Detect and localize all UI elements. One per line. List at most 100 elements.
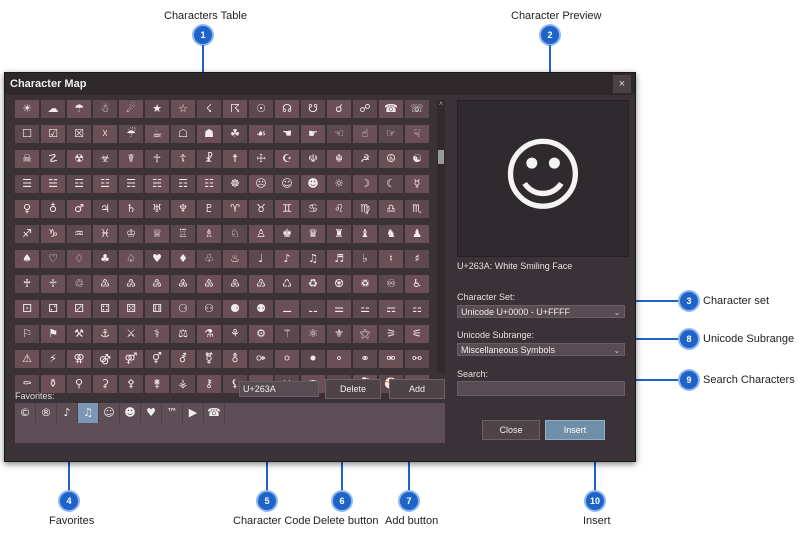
char-cell[interactable]: ♌ (327, 200, 351, 218)
char-cell[interactable]: ☁ (41, 100, 65, 118)
char-cell[interactable]: ☼ (327, 175, 351, 193)
char-cell[interactable]: ♡ (41, 250, 65, 268)
char-cell[interactable]: ♒ (67, 225, 91, 243)
char-cell[interactable]: ⚁ (41, 300, 65, 318)
favorite-item[interactable]: ™ (162, 403, 183, 423)
char-cell[interactable]: ⚂ (67, 300, 91, 318)
char-cell[interactable]: ☱ (41, 175, 65, 193)
char-cell[interactable]: ☴ (119, 175, 143, 193)
char-cell[interactable]: ☛ (301, 125, 325, 143)
char-cell[interactable]: ⚔ (119, 325, 143, 343)
char-cell[interactable]: ⚐ (15, 325, 39, 343)
char-cell[interactable]: ♅ (145, 200, 169, 218)
char-cell[interactable]: ⚉ (249, 300, 273, 318)
char-cell[interactable]: ⚟ (405, 325, 429, 343)
char-cell[interactable]: ☶ (171, 175, 195, 193)
char-cell[interactable]: ♕ (145, 225, 169, 243)
char-cell[interactable]: ♃ (93, 200, 117, 218)
add-button[interactable]: Add (389, 379, 445, 399)
favorite-item[interactable]: ▶ (183, 403, 204, 423)
char-cell[interactable]: ⚘ (223, 325, 247, 343)
char-cell[interactable]: ⚶ (171, 375, 195, 393)
char-cell[interactable]: ⚩ (249, 350, 273, 368)
char-cell[interactable]: ☳ (93, 175, 117, 193)
char-cell[interactable]: ♧ (197, 250, 221, 268)
char-cell[interactable]: ⚴ (119, 375, 143, 393)
char-cell[interactable]: ⚎ (379, 300, 403, 318)
char-cell[interactable]: ♁ (41, 200, 65, 218)
char-cell[interactable]: ⚦ (171, 350, 195, 368)
char-cell[interactable]: ☠ (15, 150, 39, 168)
char-cell[interactable]: ☢ (67, 150, 91, 168)
char-cell[interactable]: ⚍ (353, 300, 377, 318)
char-cell[interactable]: ♴ (119, 275, 143, 293)
char-cell[interactable]: ☩ (249, 150, 273, 168)
char-cell[interactable]: ☭ (353, 150, 377, 168)
char-cell[interactable]: ☲ (67, 175, 91, 193)
char-cell[interactable]: ☮ (379, 150, 403, 168)
char-cell[interactable]: ☘ (223, 125, 247, 143)
char-cell[interactable]: ☨ (223, 150, 247, 168)
char-cell[interactable]: ☷ (197, 175, 221, 193)
char-cell[interactable]: ⚥ (145, 350, 169, 368)
favorite-item[interactable]: © (15, 403, 36, 423)
char-cell[interactable]: ☚ (275, 125, 299, 143)
favorite-item[interactable]: ® (36, 403, 57, 423)
char-cell[interactable]: ⚅ (145, 300, 169, 318)
char-cell[interactable]: ⚝ (353, 325, 377, 343)
char-cell[interactable]: ☻ (301, 175, 325, 193)
char-cell[interactable]: ⚨ (223, 350, 247, 368)
char-cell[interactable]: ⚓ (93, 325, 117, 343)
char-cell[interactable]: ♀ (15, 200, 39, 218)
chevron-down-icon[interactable]: ⌄ (612, 306, 622, 317)
char-cell[interactable]: ☾ (379, 175, 403, 193)
char-cell[interactable]: ☽ (353, 175, 377, 193)
char-cell[interactable]: ♼ (327, 275, 351, 293)
char-cell[interactable]: ⚖ (171, 325, 195, 343)
char-cell[interactable]: ♪ (275, 250, 299, 268)
char-cell[interactable]: ⚤ (119, 350, 143, 368)
char-cell[interactable]: ♤ (119, 250, 143, 268)
char-cell[interactable]: ⚑ (41, 325, 65, 343)
char-cell[interactable]: ♙ (249, 225, 273, 243)
char-cell[interactable]: ☐ (15, 125, 39, 143)
favorites-strip[interactable]: © ® ♪ ♫ ☺ ☻ ♥ ™ ▶ ☎ (15, 403, 445, 443)
char-cell[interactable]: ⚋ (301, 300, 325, 318)
char-cell[interactable]: ♢ (67, 250, 91, 268)
char-cell[interactable]: ⚢ (67, 350, 91, 368)
scroll-up-icon[interactable]: ˄ (437, 100, 445, 110)
char-cell[interactable]: ☈ (223, 100, 247, 118)
char-cell[interactable]: ★ (145, 100, 169, 118)
char-cell[interactable]: ♻ (301, 275, 325, 293)
char-cell[interactable]: ☕ (145, 125, 169, 143)
char-cell[interactable]: ⚫ (301, 350, 325, 368)
char-cell[interactable]: ♬ (327, 250, 351, 268)
close-button[interactable]: Close (482, 420, 540, 440)
char-cell[interactable]: ☉ (249, 100, 273, 118)
char-cell[interactable]: ⚳ (93, 375, 117, 393)
character-code-field[interactable]: U+263A (239, 381, 319, 397)
char-cell[interactable]: ⚆ (171, 300, 195, 318)
char-cell[interactable]: ☞ (379, 125, 403, 143)
char-cell[interactable]: ♂ (67, 200, 91, 218)
char-cell[interactable]: ♣ (93, 250, 117, 268)
char-cell[interactable]: ♵ (145, 275, 169, 293)
char-cell[interactable]: ♚ (275, 225, 299, 243)
char-cell[interactable]: ☄ (119, 100, 143, 118)
char-cell[interactable]: ♨ (223, 250, 247, 268)
char-cell[interactable]: ♖ (171, 225, 195, 243)
title-bar[interactable]: Character Map × (5, 73, 635, 95)
char-cell[interactable]: ⚣ (93, 350, 117, 368)
char-cell[interactable]: ☒ (67, 125, 91, 143)
char-cell[interactable]: ☡ (41, 150, 65, 168)
char-cell[interactable]: ♎ (379, 200, 403, 218)
char-cell[interactable]: ♫ (301, 250, 325, 268)
char-cell[interactable]: ☤ (119, 150, 143, 168)
char-cell[interactable]: ⚚ (275, 325, 299, 343)
char-cell[interactable]: ♥ (145, 250, 169, 268)
char-cell[interactable]: ☸ (223, 175, 247, 193)
char-cell[interactable]: ♽ (353, 275, 377, 293)
char-cell[interactable]: ♏ (405, 200, 429, 218)
characters-table-scrollbar[interactable]: ˄ (437, 100, 445, 373)
char-cell[interactable]: ☦ (171, 150, 195, 168)
